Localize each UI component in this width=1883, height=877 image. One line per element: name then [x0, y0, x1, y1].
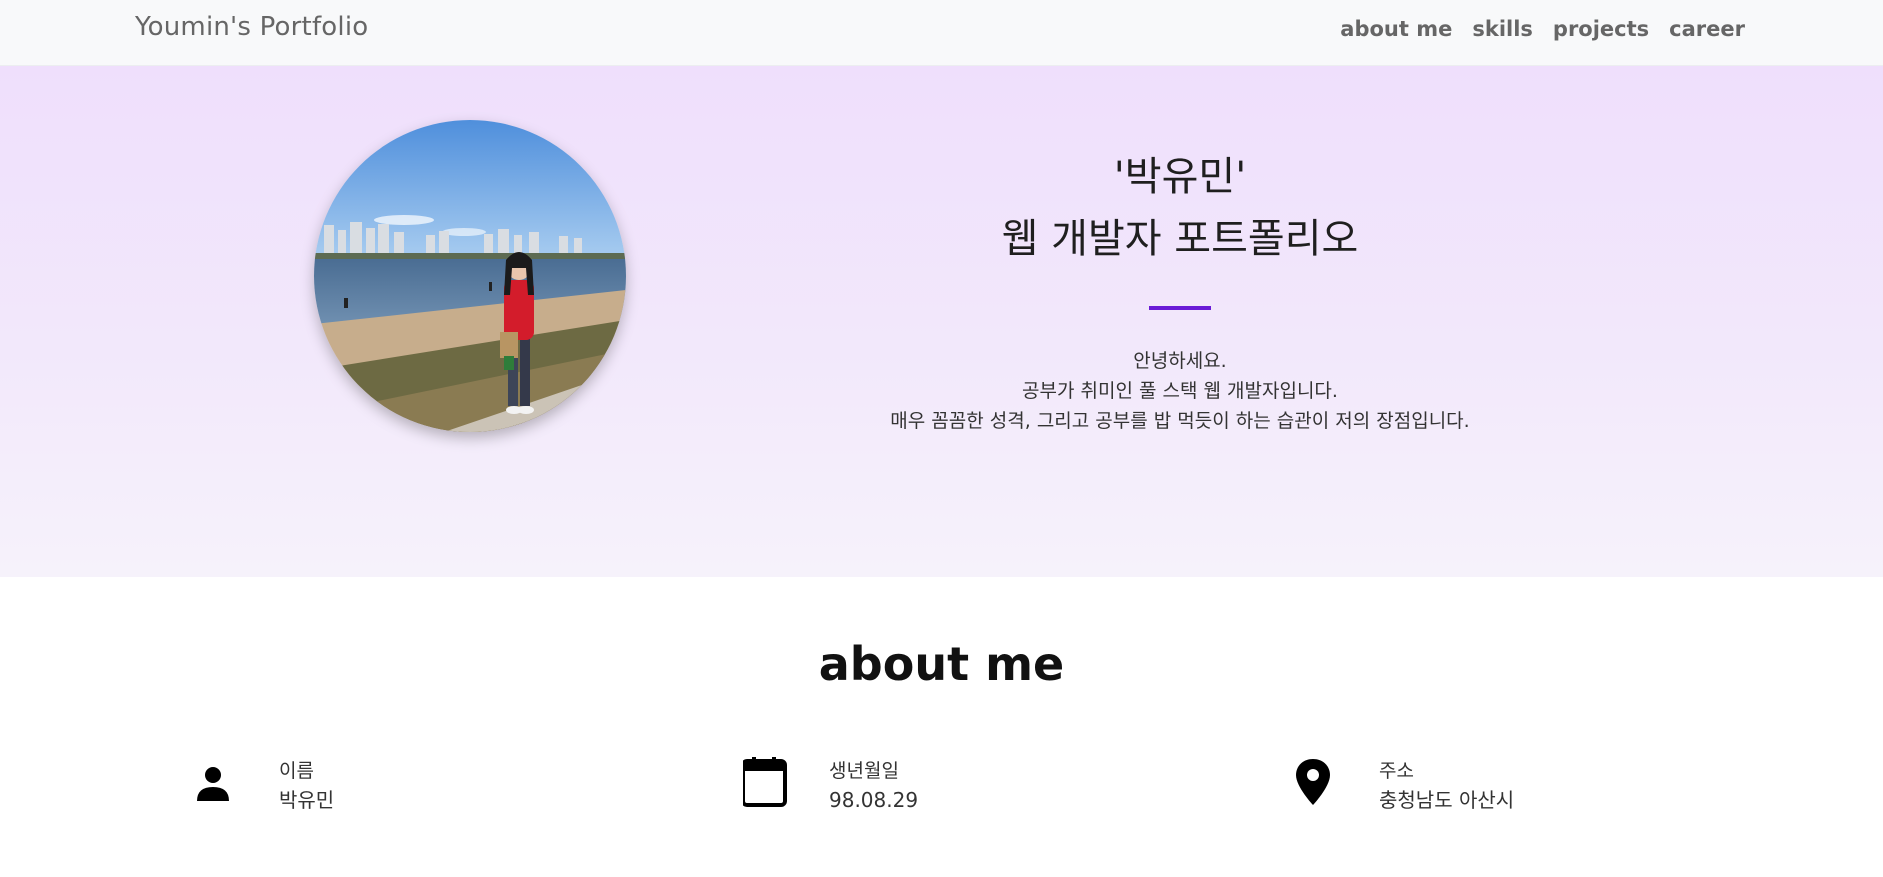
hero-section: '박유민' 웹 개발자 포트폴리오 안녕하세요. 공부가 취미인 풀 스택 웹 …	[0, 66, 1883, 577]
calendar-icon	[743, 757, 787, 807]
navbar: Youmin's Portfolio about me skills proje…	[0, 0, 1883, 66]
hero-description-line: 매우 꼼꼼한 성격, 그리고 공부를 밥 먹듯이 하는 습관이 저의 장점입니다…	[890, 410, 1470, 432]
hero-divider	[1149, 306, 1211, 310]
info-value: 박유민	[279, 788, 335, 812]
hero-title-name: '박유민'	[1113, 154, 1247, 200]
hero-title-subtitle: 웹 개발자 포트폴리오	[1001, 216, 1359, 262]
brand-link[interactable]: Youmin's Portfolio	[135, 12, 368, 42]
info-value: 충청남도 아산시	[1379, 788, 1515, 812]
nav-link-about-me[interactable]: about me	[1340, 17, 1452, 41]
hero-description: 안녕하세요. 공부가 취미인 풀 스택 웹 개발자입니다. 매우 꼼꼼한 성격,…	[820, 346, 1540, 436]
nav-links: about me skills projects career	[1340, 17, 1745, 41]
profile-photo	[314, 120, 626, 432]
info-label: 주소	[1379, 760, 1414, 782]
info-label: 이름	[279, 760, 314, 782]
about-section: about me 이름 박유민 생년월일 98.08.29 주소 충청남도 아산…	[0, 577, 1883, 877]
hero-text: '박유민' 웹 개발자 포트폴리오 안녕하세요. 공부가 취미인 풀 스택 웹 …	[820, 146, 1540, 436]
location-pin-icon	[1296, 759, 1330, 805]
about-heading: about me	[818, 637, 1065, 691]
info-value: 98.08.29	[829, 788, 919, 812]
hero-description-line: 안녕하세요.	[1133, 350, 1227, 372]
nav-link-skills[interactable]: skills	[1472, 17, 1533, 41]
nav-link-career[interactable]: career	[1669, 17, 1745, 41]
nav-link-projects[interactable]: projects	[1553, 17, 1649, 41]
person-icon	[197, 767, 229, 801]
info-label: 생년월일	[829, 760, 899, 782]
hero-description-line: 공부가 취미인 풀 스택 웹 개발자입니다.	[1022, 380, 1338, 402]
